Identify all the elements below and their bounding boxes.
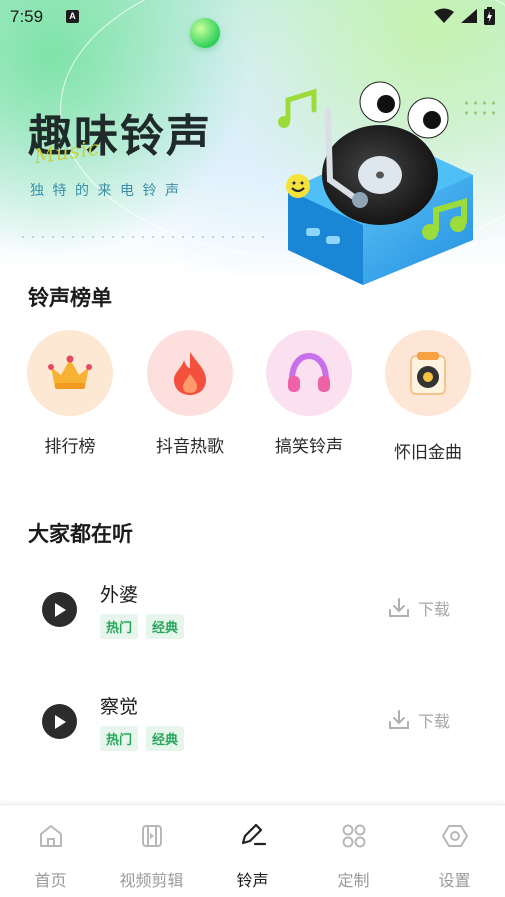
grid-icon	[342, 824, 365, 848]
tag-hot: 热门	[100, 726, 139, 751]
category-ranking[interactable]: 排行榜	[25, 330, 115, 457]
settings-icon	[441, 825, 468, 847]
download-icon	[389, 598, 409, 617]
nav-home[interactable]: 首页	[0, 805, 101, 897]
signal-icon	[461, 9, 477, 23]
download-label: 下载	[418, 712, 451, 731]
flame-icon	[147, 330, 233, 416]
speaker-icon	[385, 330, 471, 416]
download-button[interactable]: 下载	[388, 596, 450, 620]
category-funny-ringtones[interactable]: 搞笑铃声	[264, 330, 354, 457]
wifi-icon	[434, 8, 454, 23]
song-title: 外婆	[100, 584, 139, 606]
play-button[interactable]	[42, 592, 77, 627]
crown-icon	[27, 330, 113, 416]
download-button[interactable]: 下载	[388, 708, 450, 732]
nav-ringtone[interactable]: 铃声	[202, 805, 303, 897]
download-label: 下载	[418, 600, 451, 619]
tag-classic: 经典	[146, 614, 185, 639]
record-player-illustration	[278, 81, 473, 285]
category-label: 搞笑铃声	[275, 437, 343, 457]
play-icon	[54, 602, 66, 617]
download-icon	[389, 710, 409, 729]
nav-label: 视频剪辑	[119, 871, 184, 890]
pen-icon	[241, 823, 266, 846]
nav-label: 设置	[438, 871, 471, 890]
video-edit-icon	[141, 825, 162, 847]
tag-hot: 热门	[100, 614, 139, 639]
song-tags: 热门 经典	[100, 726, 185, 751]
nav-label: 首页	[34, 871, 67, 890]
nav-label: 铃声	[236, 871, 269, 890]
notification-icon: A	[66, 10, 79, 23]
song-title: 察觉	[100, 696, 139, 718]
song-row[interactable]: 察觉 热门 经典 下载	[0, 684, 505, 764]
nav-video-edit[interactable]: 视频剪辑	[101, 805, 202, 897]
play-icon	[54, 714, 66, 729]
status-time: 7:59	[10, 7, 44, 26]
play-button[interactable]	[42, 704, 77, 739]
status-bar: 7:59 A	[0, 0, 505, 34]
nav-custom[interactable]: 定制	[303, 805, 404, 897]
category-label: 排行榜	[44, 437, 96, 457]
category-oldies[interactable]: 怀旧金曲	[383, 330, 473, 463]
headphones-icon	[266, 330, 352, 416]
bottom-nav: 首页 视频剪辑 铃声 定制 设置	[0, 804, 505, 897]
ranking-section-title: 铃声榜单	[28, 286, 112, 310]
category-label: 怀旧金曲	[394, 443, 462, 463]
battery-icon	[484, 7, 495, 25]
category-douyin-hits[interactable]: 抖音热歌	[145, 330, 235, 457]
dots-decoration	[18, 236, 268, 238]
status-icons	[434, 7, 495, 25]
home-icon	[39, 825, 62, 847]
hero-subtitle: 独特的来电铃声	[30, 183, 188, 199]
category-label: 抖音热歌	[156, 437, 224, 457]
song-row[interactable]: 外婆 热门 经典 下载	[0, 572, 505, 652]
nav-settings[interactable]: 设置	[404, 805, 505, 897]
song-tags: 热门 经典	[100, 614, 185, 639]
nav-label: 定制	[337, 871, 370, 890]
listening-section-title: 大家都在听	[28, 522, 133, 546]
tag-classic: 经典	[146, 726, 185, 751]
